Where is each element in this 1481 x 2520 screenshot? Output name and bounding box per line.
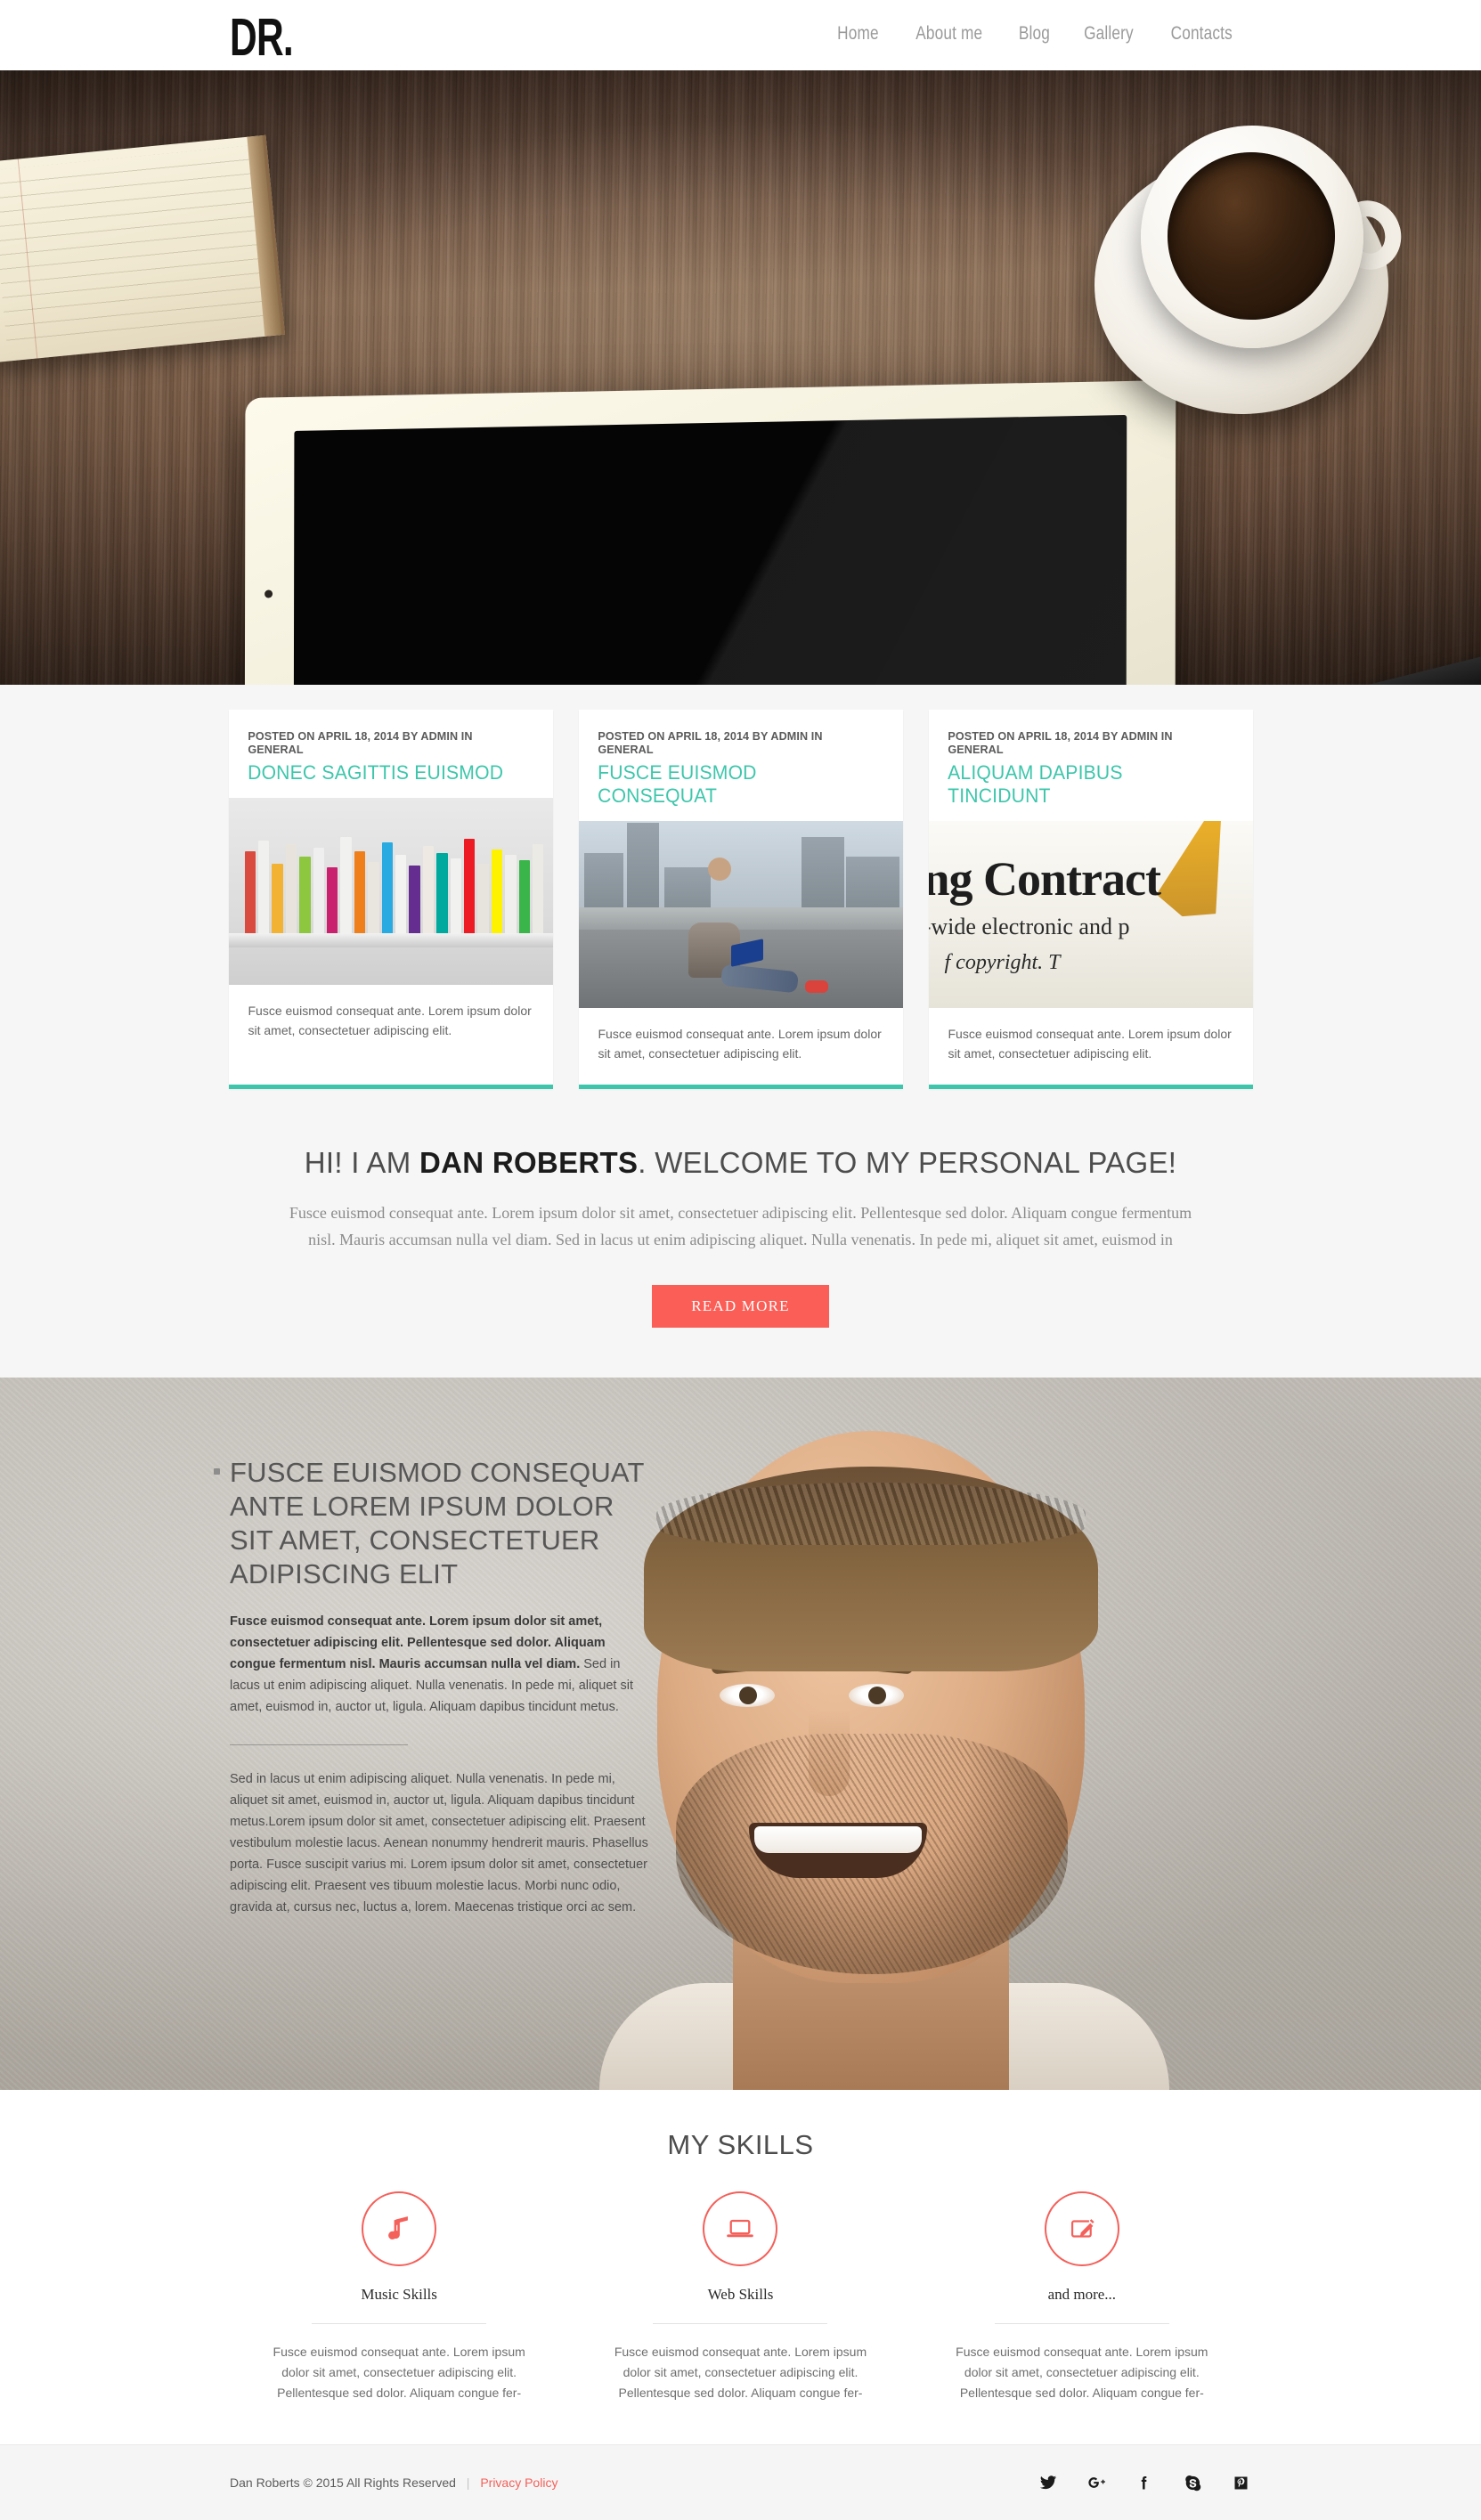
portrait-left-eye	[720, 1684, 775, 1707]
about-divider	[230, 1744, 408, 1745]
post-meta: POSTED ON APRIL 18, 2014 BY ADMIN IN GEN…	[247, 729, 473, 756]
about-heading: FUSCE EUISMOD CONSEQUAT ANTE LOREM IPSUM…	[230, 1457, 645, 1589]
post-thumbnail-contract[interactable]: ng Contract ld-wide electronic and p f c…	[928, 821, 1253, 1008]
welcome-name: DAN ROBERTS	[419, 1146, 639, 1179]
skill-item-web: Web Skills Fusce euismod consequat ante.…	[570, 2191, 911, 2403]
nav-gallery[interactable]: Gallery	[1073, 23, 1143, 45]
skill-item-music: Music Skills Fusce euismod consequat ant…	[229, 2191, 570, 2403]
about-paragraph-1-bold: Fusce euismod consequat ante. Lorem ipsu…	[230, 1614, 606, 1671]
pencil-edit-icon[interactable]	[1044, 2191, 1119, 2266]
coffee-liquid	[1168, 152, 1335, 320]
tablet-camera-dot	[264, 589, 273, 598]
contract-word-small: f copyright. T	[944, 951, 1061, 974]
footer-copyright-text: Dan Roberts © 2015 All Rights Reserved	[230, 2475, 456, 2490]
post-card[interactable]: POSTED ON APRIL 18, 2014 BY ADMIN IN GEN…	[228, 710, 553, 1089]
notebook-lines	[0, 145, 269, 353]
portrait-hair	[644, 1467, 1098, 1671]
about-bullet-marker	[214, 1468, 220, 1475]
posts-row: POSTED ON APRIL 18, 2014 BY ADMIN IN GEN…	[228, 710, 1253, 1089]
tablet-device-image	[244, 379, 1176, 685]
skill-text: Fusce euismod consequat ante. Lorem ipsu…	[956, 2345, 1208, 2400]
site-logo[interactable]: DR.	[230, 7, 294, 68]
nav-blog[interactable]: Blog	[1008, 23, 1060, 45]
post-meta: POSTED ON APRIL 18, 2014 BY ADMIN IN GEN…	[597, 729, 823, 756]
post-thumbnail-books[interactable]	[228, 798, 553, 985]
welcome-heading: HI! I AM DAN ROBERTS. WELCOME TO MY PERS…	[0, 1146, 1481, 1180]
about-section: FUSCE EUISMOD CONSEQUAT ANTE LOREM IPSUM…	[0, 1378, 1481, 2090]
fountain-pen-nib	[1152, 821, 1245, 926]
skill-label: Music Skills	[361, 2286, 437, 2303]
portrait-nose	[809, 1711, 850, 1796]
music-note-icon[interactable]	[362, 2191, 437, 2266]
footer-separator: |	[466, 2475, 470, 2490]
pinterest-icon[interactable]	[1230, 2472, 1251, 2493]
contract-word-medium: ld-wide electronic and p	[929, 914, 1130, 939]
main-navigation: Home About me Blog Gallery Contacts	[820, 23, 1251, 45]
portrait-right-eye	[849, 1684, 904, 1707]
skills-heading: MY SKILLS	[667, 2129, 814, 2160]
twitter-icon[interactable]	[1038, 2472, 1059, 2493]
skill-text: Fusce euismod consequat ante. Lorem ipsu…	[614, 2345, 867, 2400]
post-excerpt: Fusce euismod consequat ante. Lorem ipsu…	[948, 1027, 1232, 1061]
welcome-section: HI! I AM DAN ROBERTS. WELCOME TO MY PERS…	[0, 1125, 1481, 1378]
welcome-paragraph: Fusce euismod consequat ante. Lorem ipsu…	[289, 1204, 1192, 1248]
post-meta: POSTED ON APRIL 18, 2014 BY ADMIN IN GEN…	[947, 729, 1173, 756]
facebook-icon[interactable]	[1134, 2472, 1155, 2493]
about-paragraph-1: Fusce euismod consequat ante. Lorem ipsu…	[230, 1611, 648, 1718]
hero-banner	[0, 70, 1481, 685]
portrait-mouth	[749, 1823, 927, 1878]
colorful-books	[244, 828, 544, 933]
post-card[interactable]: POSTED ON APRIL 18, 2014 BY ADMIN IN GEN…	[928, 710, 1253, 1089]
welcome-prefix: HI! I AM	[304, 1146, 419, 1179]
site-footer: Dan Roberts © 2015 All Rights Reserved |…	[0, 2444, 1481, 2520]
about-paragraph-2: Sed in lacus ut enim adipiscing aliquet.…	[230, 1772, 648, 1914]
skill-item-more: and more... Fusce euismod consequat ante…	[911, 2191, 1252, 2403]
nav-about-me[interactable]: About me	[906, 23, 993, 45]
welcome-suffix: . WELCOME TO MY PERSONAL PAGE!	[638, 1146, 1177, 1179]
footer-copyright-block: Dan Roberts © 2015 All Rights Reserved |…	[230, 2475, 557, 2490]
recent-posts-section: POSTED ON APRIL 18, 2014 BY ADMIN IN GEN…	[0, 685, 1481, 1125]
skill-divider	[653, 2323, 828, 2324]
skill-text: Fusce euismod consequat ante. Lorem ipsu…	[273, 2345, 525, 2400]
read-more-button[interactable]: READ MORE	[652, 1285, 829, 1328]
privacy-policy-link[interactable]: Privacy Policy	[480, 2475, 557, 2490]
skill-label: and more...	[1047, 2286, 1117, 2303]
bookshelf-shelf	[228, 933, 553, 947]
nav-contacts[interactable]: Contacts	[1160, 23, 1242, 45]
laptop-icon[interactable]	[703, 2191, 778, 2266]
skills-section: MY SKILLS Music Skills Fusce euismod con…	[0, 2090, 1481, 2444]
skills-row: Music Skills Fusce euismod consequat ant…	[229, 2191, 1253, 2403]
site-header: DR. Home About me Blog Gallery Contacts	[0, 0, 1481, 70]
post-thumbnail-street[interactable]	[578, 821, 903, 1008]
tablet-screen	[293, 414, 1127, 685]
skype-icon[interactable]	[1182, 2472, 1203, 2493]
post-title[interactable]: DONEC SAGITTIS EUISMOD	[229, 756, 540, 798]
post-excerpt: Fusce euismod consequat ante. Lorem ipsu…	[598, 1027, 882, 1061]
skill-label: Web Skills	[707, 2286, 774, 2303]
person-shoe	[805, 980, 829, 994]
about-text-column: FUSCE EUISMOD CONSEQUAT ANTE LOREM IPSUM…	[214, 1456, 648, 1918]
notebook-image	[0, 134, 286, 363]
footer-social-links	[1038, 2472, 1251, 2493]
post-card[interactable]: POSTED ON APRIL 18, 2014 BY ADMIN IN GEN…	[578, 710, 903, 1089]
skill-divider	[994, 2323, 1169, 2324]
nav-home[interactable]: Home	[827, 23, 890, 45]
post-excerpt: Fusce euismod consequat ante. Lorem ipsu…	[248, 1004, 532, 1037]
post-title[interactable]: ALIQUAM DAPIBUS TINCIDUNT	[929, 756, 1240, 821]
skill-divider	[312, 2323, 487, 2324]
portrait-teeth	[754, 1826, 922, 1853]
street-wall	[578, 906, 903, 930]
contract-word-large: ng Contract	[928, 852, 1161, 906]
post-title[interactable]: FUSCE EUISMOD CONSEQUAT	[579, 756, 890, 821]
google-plus-icon[interactable]	[1086, 2472, 1107, 2493]
